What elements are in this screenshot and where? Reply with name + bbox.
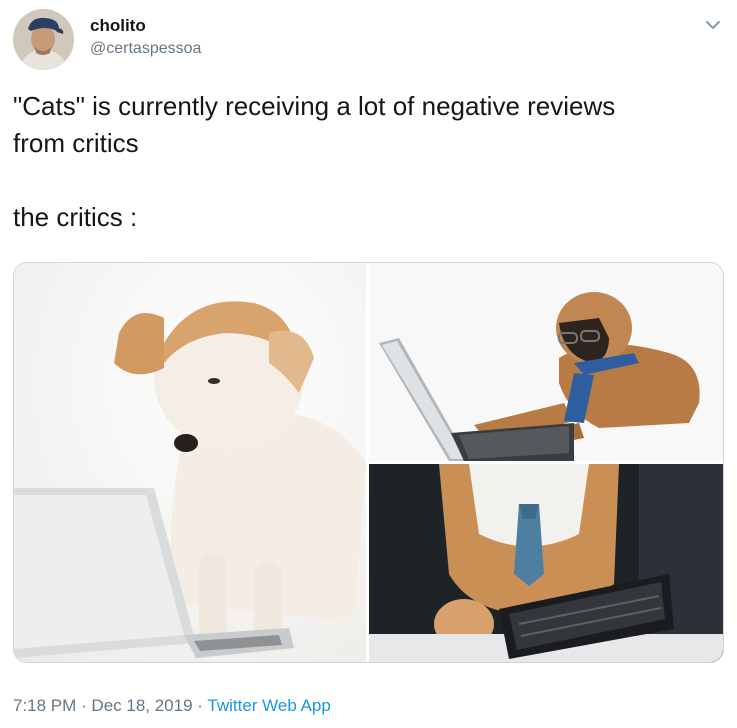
photo-dog-laptop[interactable] — [14, 263, 366, 662]
avatar[interactable] — [13, 9, 74, 70]
tweet-time[interactable]: 7:18 PM — [13, 696, 76, 715]
tweet-meta: 7:18 PM · Dec 18, 2019 · Twitter Web App — [13, 696, 331, 716]
photo-dog-keyboard[interactable] — [369, 464, 723, 662]
tweet-line: "Cats" is currently receiving a lot of n… — [13, 91, 616, 121]
display-name[interactable]: cholito — [90, 16, 146, 36]
meta-separator: · — [76, 696, 92, 715]
meta-separator: · — [192, 696, 208, 715]
tweet-date[interactable]: Dec 18, 2019 — [91, 696, 192, 715]
photo-boxer-laptop[interactable] — [369, 263, 723, 461]
avatar-image — [13, 9, 74, 70]
tweet-source-link[interactable]: Twitter Web App — [207, 696, 330, 715]
user-handle[interactable]: @certaspessoa — [90, 40, 201, 58]
chevron-down-icon[interactable] — [702, 14, 724, 36]
media-grid — [13, 262, 724, 663]
tweet-text: "Cats" is currently receiving a lot of n… — [13, 88, 713, 236]
tweet-line: the critics : — [13, 202, 138, 232]
tweet-line: from critics — [13, 128, 139, 158]
